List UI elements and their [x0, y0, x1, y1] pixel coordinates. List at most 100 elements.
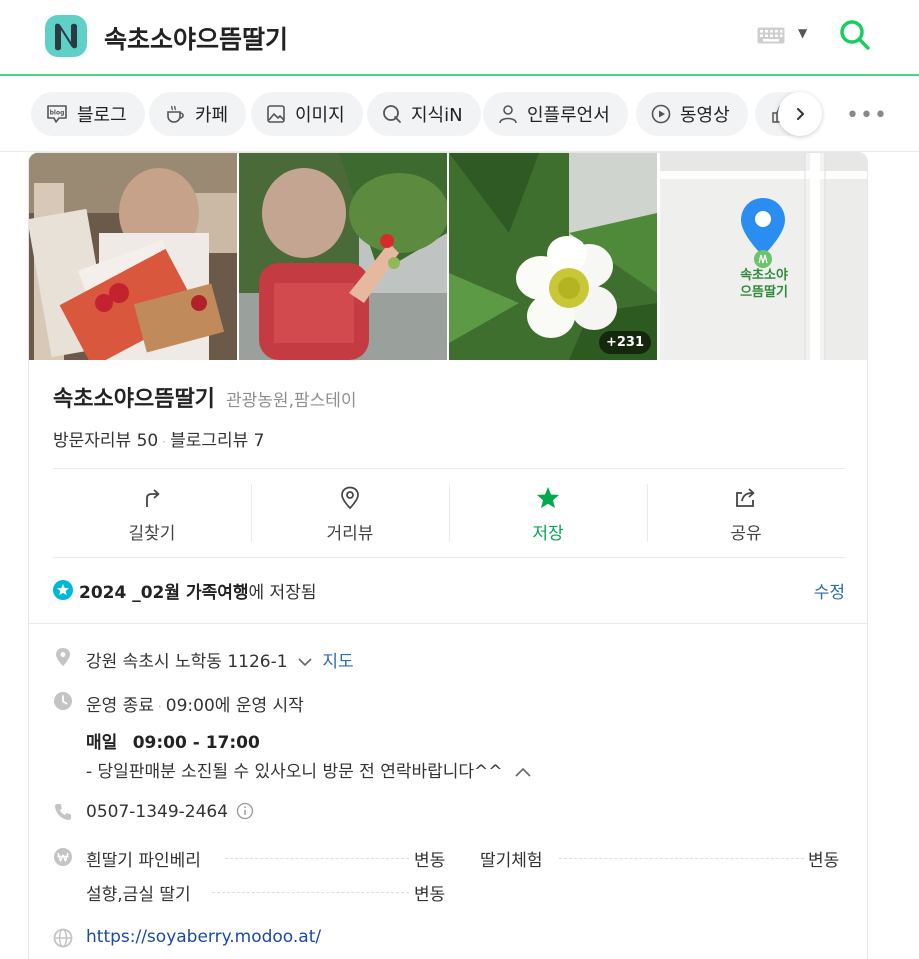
visitor-reviews-link[interactable]: 방문자리뷰 50: [53, 431, 158, 451]
directions-icon: [146, 489, 160, 507]
separator-dot: ·: [157, 700, 162, 714]
svg-text:blog: blog: [50, 110, 65, 117]
edit-saved-link[interactable]: 수정: [814, 578, 845, 603]
blog-icon: blog: [47, 105, 67, 123]
menu-item[interactable]: 설향,금실 딸기: [86, 880, 191, 905]
kin-icon: [383, 105, 401, 123]
won-price-icon: [54, 848, 72, 866]
address-text[interactable]: 강원 속초시 노학동 1126-1: [86, 652, 288, 672]
globe-icon: [53, 928, 73, 948]
star-icon: [537, 487, 559, 508]
phone-icon: [55, 804, 71, 820]
menu-item-name: 흰딸기 파인베리: [86, 851, 201, 871]
saved-star-badge-icon: [53, 580, 73, 600]
status-text: 운영 종료: [86, 696, 154, 716]
action-bar: 길찾기 거리뷰 저장 공유: [53, 469, 845, 557]
map-pin-label-line: 속초소야: [740, 268, 788, 283]
photo-strip: +231 속초소야 으뜸딸기: [29, 153, 867, 360]
keyboard-icon[interactable]: [757, 27, 785, 44]
place-photo[interactable]: +231: [449, 153, 657, 360]
location-map[interactable]: 속초소야 으뜸딸기: [660, 153, 867, 360]
action-label: 저장: [532, 524, 564, 544]
tab-label: 동영상: [680, 105, 730, 126]
saved-folder-row: 2024 _02월 가족여행에 저장됨 수정: [53, 576, 845, 606]
map-link[interactable]: 지도: [322, 652, 353, 672]
search-header: 속초소야으뜸딸기 ▼: [0, 0, 919, 76]
tab-cafe[interactable]: 카페: [149, 92, 247, 136]
place-photo[interactable]: [239, 153, 447, 360]
tab-label: 인플루언서: [527, 105, 610, 126]
tab-video[interactable]: 동영상: [636, 92, 748, 136]
place-photo[interactable]: [29, 153, 237, 360]
more-tabs-icon[interactable]: •••: [846, 103, 888, 128]
info-icon[interactable]: [236, 802, 254, 820]
hours-note: - 당일판매분 소진될 수 있사오니 방문 전 연락바랍니다^^: [86, 762, 503, 782]
section-divider: [29, 623, 867, 624]
website-link[interactable]: https://soyaberry.modoo.at/: [86, 927, 321, 947]
start-suffix: 에 운영 시작: [214, 696, 304, 716]
street-view-button[interactable]: 거리뷰: [251, 469, 449, 557]
address-row: 강원 속초시 노학동 1126-1 지도: [86, 647, 354, 672]
saved-suffix: 에 저장됨: [248, 583, 317, 603]
place-category: 관광농원,팜스테이: [226, 391, 357, 411]
tab-label: 지식iN: [411, 105, 463, 126]
map-pin-label-line: 으뜸딸기: [740, 285, 788, 300]
directions-button[interactable]: 길찾기: [53, 469, 251, 557]
leader-dots: [225, 858, 409, 859]
phone-row: 0507-1349-2464: [86, 802, 254, 822]
hours-day: 매일: [86, 733, 118, 753]
tab-influencer[interactable]: 인플루언서: [483, 92, 628, 136]
menu-item-name: 딸기체험: [480, 851, 543, 871]
hours-row: 매일 09:00 - 17:00: [86, 728, 260, 753]
leader-dots: [559, 858, 804, 859]
naver-n-logo-icon[interactable]: [45, 15, 87, 57]
tab-label: 블로그: [77, 105, 127, 126]
menu-item[interactable]: 흰딸기 파인베리: [86, 846, 201, 871]
blog-reviews-link[interactable]: 블로그리뷰 7: [170, 431, 264, 451]
menu-item-price: 변동: [414, 885, 446, 905]
tabs-next-button[interactable]: [778, 92, 822, 136]
save-button[interactable]: 저장: [449, 469, 647, 557]
search-query-text[interactable]: 속초소야으뜸딸기: [104, 20, 288, 56]
keyboard-dropdown-caret-icon[interactable]: ▼: [798, 26, 807, 40]
search-tab-bar: blog 블로그 카페 이미지 지식iN 인플루언서 동영상 •••: [0, 76, 919, 152]
menu-item-price: 변동: [414, 851, 446, 871]
tab-image[interactable]: 이미지: [251, 92, 363, 136]
leader-dots: [212, 892, 409, 893]
menu-item-price: 변동: [808, 851, 840, 871]
review-counts: 방문자리뷰 50 · 블로그리뷰 7: [53, 426, 265, 451]
photo-count-badge[interactable]: +231: [598, 331, 651, 354]
search-icon[interactable]: [838, 18, 872, 52]
tab-kin[interactable]: 지식iN: [367, 92, 481, 136]
menu-item[interactable]: 딸기체험: [480, 846, 543, 871]
location-pin-icon: [56, 648, 70, 666]
hours-note-row: - 당일판매분 소진될 수 있사오니 방문 전 연락바랍니다^^: [86, 757, 532, 782]
saved-folder-name[interactable]: 2024 _02월 가족여행: [79, 583, 249, 603]
tab-label: 카페: [195, 105, 229, 126]
chevron-right-icon: [797, 108, 804, 120]
chevron-down-icon[interactable]: [297, 656, 313, 668]
chevron-up-icon[interactable]: [514, 766, 532, 778]
menu-item-name: 설향,금실 딸기: [86, 885, 191, 905]
tab-blog[interactable]: blog 블로그: [31, 92, 145, 136]
person-icon: [499, 105, 517, 124]
business-status: 운영 종료 · 09:00에 운영 시작: [86, 691, 304, 716]
cafe-icon: [167, 105, 184, 123]
share-button[interactable]: 공유: [647, 469, 845, 557]
play-icon: [651, 104, 671, 124]
action-label: 공유: [730, 524, 762, 544]
action-label: 길찾기: [128, 524, 176, 544]
map-pin-label: 속초소야 으뜸딸기: [720, 267, 808, 301]
place-name[interactable]: 속초소야으뜸딸기: [53, 387, 215, 412]
tab-label: 이미지: [295, 105, 345, 126]
hours-range: 09:00 - 17:00: [132, 733, 260, 753]
separator-dot: ·: [162, 435, 167, 449]
place-title-row: 속초소야으뜸딸기 관광농원,팜스테이: [53, 381, 357, 413]
clock-icon: [54, 692, 72, 710]
phone-number[interactable]: 0507-1349-2464: [86, 802, 228, 822]
start-time: 09:00: [165, 696, 215, 716]
street-view-icon: [341, 486, 359, 510]
share-icon: [736, 488, 755, 507]
divider: [53, 557, 845, 558]
action-label: 거리뷰: [326, 524, 374, 544]
